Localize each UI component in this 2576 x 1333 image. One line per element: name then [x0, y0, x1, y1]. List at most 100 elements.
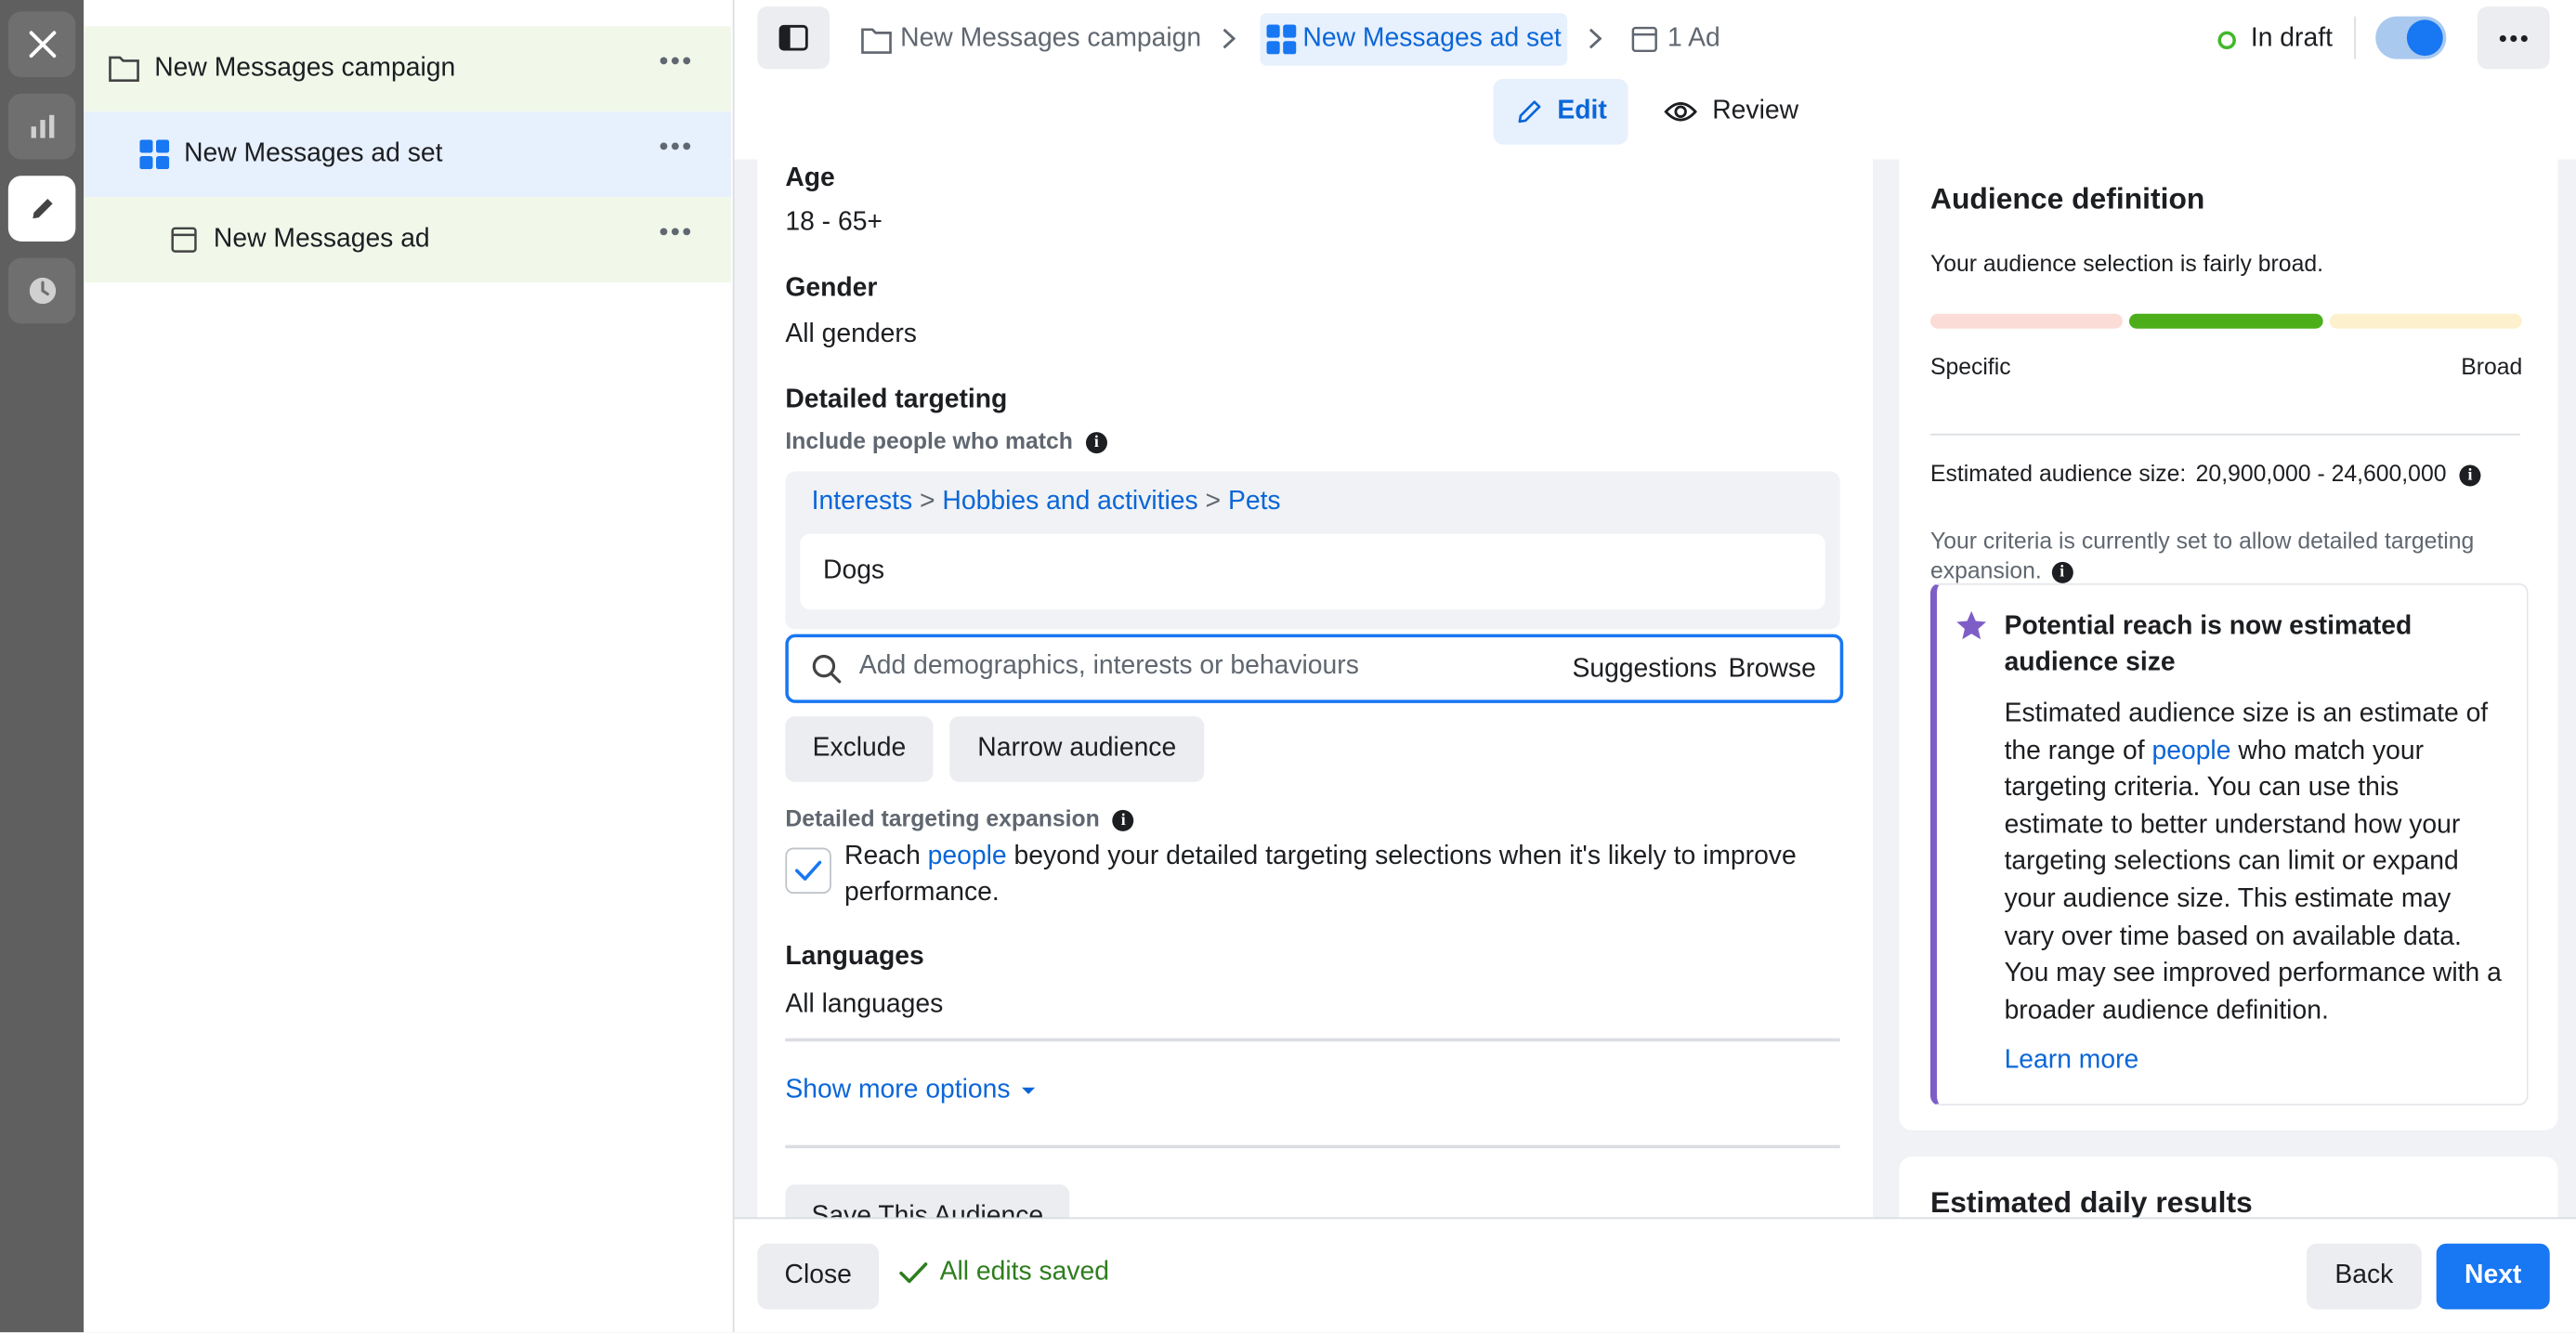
- targeting-search-input[interactable]: Add demographics, interests or behaviour…: [785, 634, 1844, 703]
- draft-status-dot-icon: [2217, 30, 2236, 49]
- path-separator: >: [920, 488, 935, 516]
- gauge-specific-label: Specific: [1929, 353, 2011, 380]
- info-icon[interactable]: i: [1085, 431, 1107, 453]
- expansion-text: performance.: [844, 879, 1000, 908]
- targeting-path: Interests > Hobbies and activities > Pet…: [812, 488, 1281, 517]
- info-icon[interactable]: i: [2051, 561, 2073, 583]
- publish-toggle[interactable]: [2375, 16, 2447, 59]
- tab-edit[interactable]: Edit: [1493, 78, 1628, 145]
- tab-review[interactable]: Review: [1650, 79, 1814, 145]
- notice-text: broader audience definition.: [2004, 997, 2329, 1026]
- divider: [785, 1144, 1840, 1149]
- path-separator: >: [1205, 488, 1222, 516]
- estimated-daily-results-card: Estimated daily results: [1899, 1157, 2558, 1218]
- tree-item-ad[interactable]: New Messages ad: [84, 197, 731, 283]
- editor-footer: Close All edits saved Back Next: [734, 1217, 2576, 1333]
- status-text: In draft: [2250, 24, 2333, 53]
- notice-text: Estimated audience size is an estimate o…: [2004, 699, 2489, 728]
- close-panel-button[interactable]: [7, 11, 76, 78]
- next-button[interactable]: Next: [2436, 1243, 2550, 1310]
- exclude-label: Exclude: [812, 734, 907, 763]
- edit-mode-button[interactable]: [7, 176, 76, 242]
- more-options-icon[interactable]: [659, 141, 691, 151]
- criteria-text: Your criteria is currently set to allow …: [1929, 527, 2475, 554]
- back-button[interactable]: Back: [2306, 1243, 2422, 1310]
- notice-text: targeting criteria. You can use this: [2004, 774, 2399, 803]
- tree-item-label: New Messages campaign: [154, 54, 456, 83]
- learn-more-link[interactable]: Learn more: [2005, 1047, 2139, 1077]
- notice-text: estimate to better understand how your: [2004, 811, 2461, 840]
- gender-value[interactable]: All genders: [785, 320, 917, 350]
- languages-value[interactable]: All languages: [785, 990, 943, 1020]
- breadcrumb-label: New Messages ad set: [1302, 24, 1562, 53]
- history-button[interactable]: [7, 257, 76, 324]
- tree-item-label: New Messages ad: [213, 225, 430, 254]
- checkmark-icon: [899, 1262, 928, 1284]
- path-pets[interactable]: Pets: [1228, 488, 1281, 516]
- gender-label: Gender: [785, 274, 878, 303]
- browse-link[interactable]: Browse: [1728, 656, 1815, 686]
- tree-item-ad-set[interactable]: New Messages ad set: [84, 111, 731, 198]
- toggle-sidebar-button[interactable]: [757, 7, 830, 70]
- close-button[interactable]: Close: [757, 1243, 880, 1310]
- tree-item-label: New Messages ad set: [184, 139, 443, 168]
- audience-size: Estimated audience size: 20,900,000 - 24…: [1929, 460, 2481, 487]
- gauge-broad-segment: [2329, 313, 2522, 329]
- star-icon: [1956, 610, 1987, 640]
- more-options-icon[interactable]: [659, 227, 691, 237]
- clock-icon: [28, 277, 56, 305]
- campaign-tree: New Messages campaign New Messages ad se…: [84, 0, 735, 1333]
- editor-content: Age 18 - 65+ Gender All genders Detailed…: [734, 159, 2576, 1218]
- breadcrumb-label: New Messages campaign: [900, 24, 1202, 53]
- people-link[interactable]: people: [928, 843, 1007, 870]
- tree-item-campaign[interactable]: New Messages campaign: [84, 26, 731, 112]
- audience-definition-subtitle: Your audience selection is fairly broad.: [1929, 249, 2323, 277]
- breadcrumb-ad[interactable]: 1 Ad: [1631, 13, 1720, 66]
- expansion-label: Detailed targeting expansion i: [785, 804, 1134, 831]
- expansion-checkbox[interactable]: [785, 847, 831, 895]
- more-options-icon[interactable]: [659, 56, 691, 66]
- path-hobbies[interactable]: Hobbies and activities: [942, 488, 1197, 516]
- criteria-note: Your criteria is currently set to allow …: [1930, 526, 2522, 585]
- folder-icon: [861, 27, 892, 54]
- include-label: Include people who match i: [785, 427, 1107, 453]
- more-actions-button[interactable]: [2477, 7, 2550, 70]
- age-value[interactable]: 18 - 65+: [785, 209, 883, 239]
- narrow-audience-button[interactable]: Narrow audience: [949, 716, 1205, 782]
- ad-icon: [1631, 26, 1657, 53]
- selected-interest-label: Dogs: [823, 556, 885, 585]
- expansion-label-text: Detailed targeting expansion: [785, 804, 1100, 831]
- checkmark-icon: [794, 860, 822, 881]
- audience-size-value: 20,900,000 - 24,600,000: [2195, 460, 2447, 487]
- save-audience-button[interactable]: Save This Audience: [785, 1184, 1070, 1218]
- estimated-size-notice: Potential reach is now estimated audienc…: [1929, 582, 2529, 1106]
- audience-size-label: Estimated audience size:: [1929, 460, 2187, 487]
- audience-definition-title: Audience definition: [1929, 182, 2205, 216]
- path-interests[interactable]: Interests: [812, 488, 913, 516]
- save-audience-label: Save This Audience: [811, 1202, 1044, 1218]
- notice-text: You may see improved performance with a: [2004, 960, 2502, 988]
- info-icon[interactable]: i: [2459, 464, 2481, 487]
- pencil-icon: [32, 198, 52, 219]
- exclude-button[interactable]: Exclude: [785, 716, 934, 782]
- people-link[interactable]: people: [2151, 737, 2230, 765]
- gauge-specific-segment: [1929, 313, 2123, 329]
- expansion-text: Reach: [844, 843, 921, 871]
- notice-text: vary over time based on available data.: [2004, 922, 2462, 951]
- reporting-button[interactable]: [7, 93, 76, 160]
- selected-targeting-box: Interests > Hobbies and activities > Pet…: [785, 471, 1840, 630]
- notice-text: who match your: [2238, 737, 2425, 765]
- show-more-options-link[interactable]: Show more options: [785, 1076, 1037, 1105]
- notice-text: your audience size. This estimate may: [2004, 885, 2452, 914]
- breadcrumb-campaign[interactable]: New Messages campaign: [861, 13, 1201, 66]
- audience-sidebar: Audience definition Your audience select…: [1899, 159, 2558, 1218]
- audience-targeting-card: Age 18 - 65+ Gender All genders Detailed…: [757, 159, 1874, 1218]
- selected-interest-chip[interactable]: Dogs: [800, 533, 1825, 610]
- back-label: Back: [2334, 1261, 2394, 1290]
- breadcrumb-ad-set[interactable]: New Messages ad set: [1260, 13, 1568, 66]
- folder-icon: [109, 56, 139, 82]
- sidebar-toggle-icon: [778, 24, 808, 51]
- suggestions-link[interactable]: Suggestions: [1572, 656, 1717, 686]
- editor-header: New Messages campaign New Messages ad se…: [734, 0, 2576, 162]
- info-icon[interactable]: i: [1112, 809, 1134, 831]
